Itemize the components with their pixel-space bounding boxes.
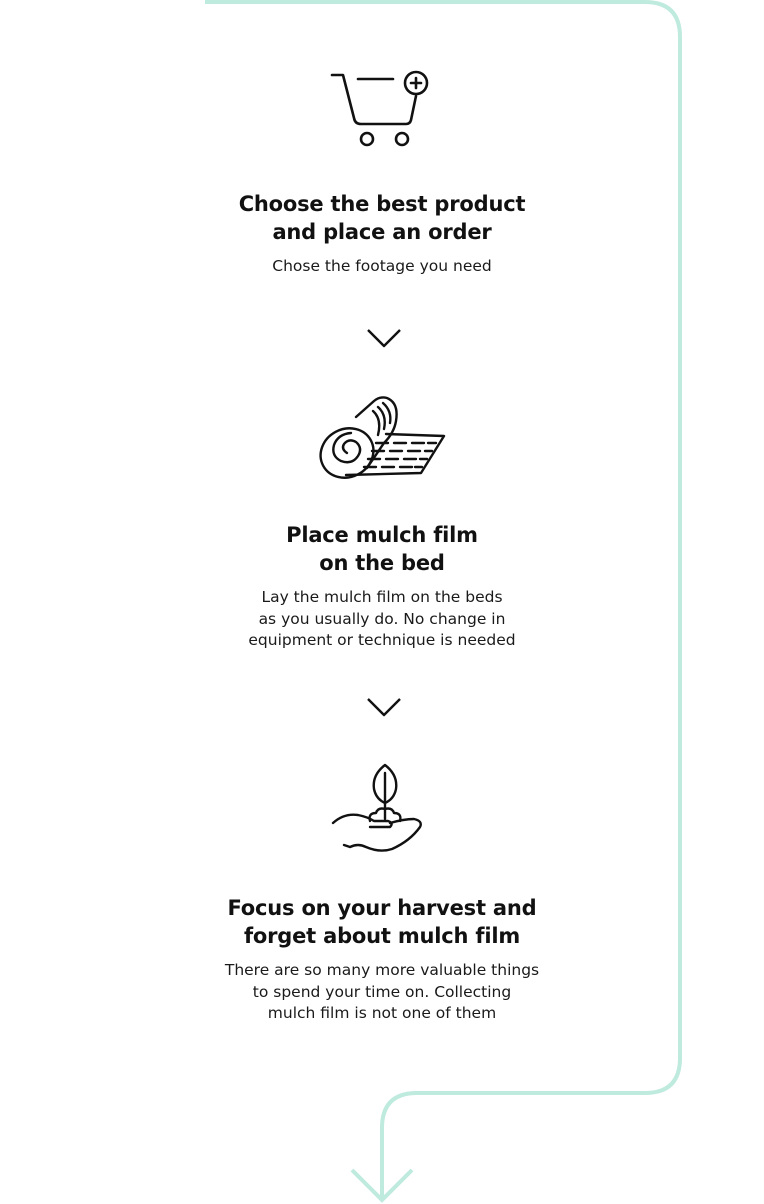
step-focus-harvest: Focus on your harvest and forget about m… [182,761,582,1025]
step-title: Place mulch film [286,523,478,547]
step-place-film: Place mulch film on the bed Lay the mulc… [182,393,582,652]
chevron-down-icon [367,698,401,717]
step-order: Choose the best product and place an ord… [182,68,582,278]
step-title: forget about mulch film [243,924,521,948]
step-title: on the bed [319,551,445,575]
step-description: to spend your time on. Collecting [252,982,512,1001]
step-title: and place an order [272,220,492,244]
film-roll-icon [319,396,446,479]
step-description: There are so many more valuable things [224,961,540,979]
cart-plus-icon [330,70,429,147]
step-description: mulch film is not one of them [267,1004,497,1022]
step-title: Focus on your harvest and [227,896,537,920]
step-title: Choose the best product [238,192,526,216]
chevron-down-icon [367,329,401,348]
step-description: as you usually do. No change in [258,609,506,628]
step-description: Lay the mulch film on the beds [261,588,503,606]
step-description: Chose the footage you need [272,257,492,275]
step-description: equipment or technique is needed [248,631,516,649]
hand-sprout-icon [331,763,422,852]
